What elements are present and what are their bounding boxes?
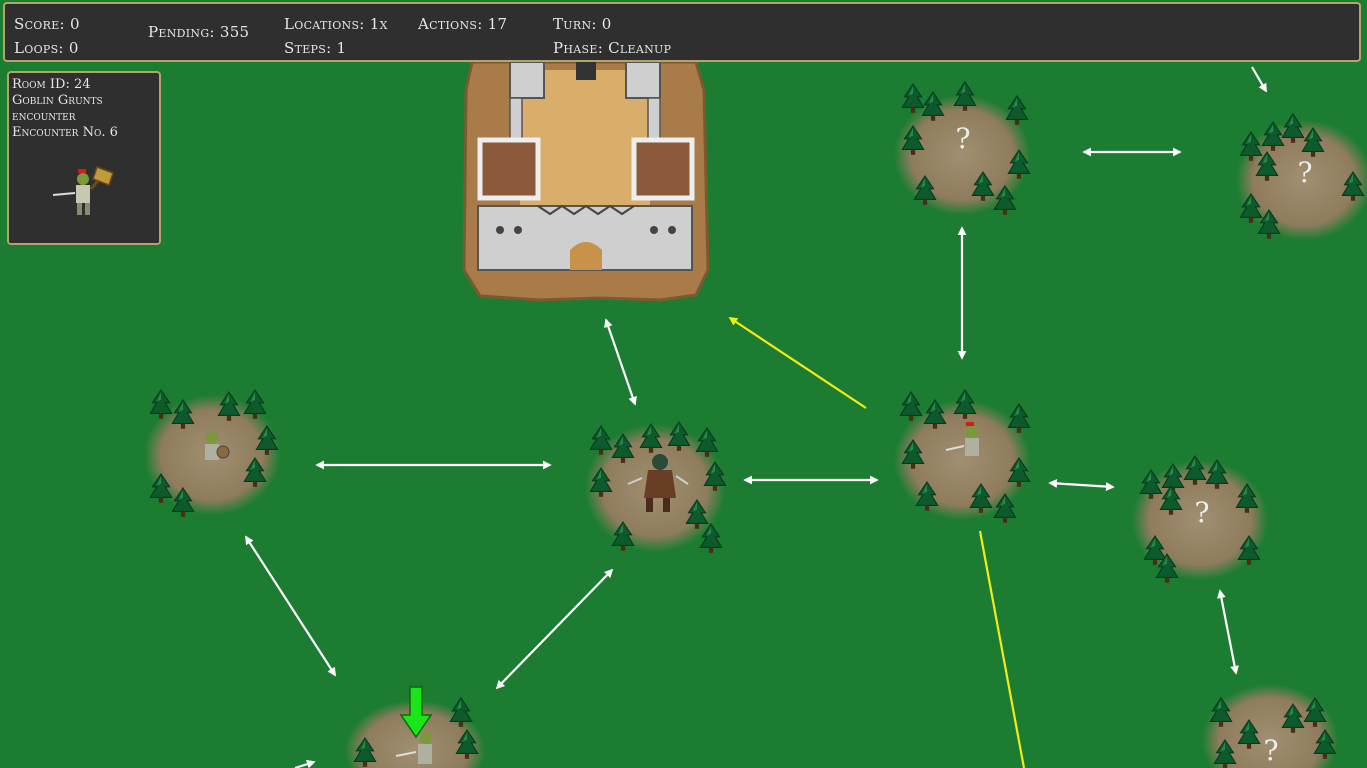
goblin-with-hammer-icon <box>52 166 114 215</box>
room-id-label: Room ID: 24 <box>12 77 91 92</box>
forest-clearing-east[interactable] <box>894 389 1031 524</box>
score-label: Score: 0 <box>14 15 80 33</box>
pending-label: Pending: 355 <box>148 23 250 41</box>
room-info-panel: Room ID: 24 Goblin Grunts encounter Enco… <box>7 71 161 245</box>
room-type-label: encounter <box>12 109 76 124</box>
encounter-number-label: Encounter No. 6 <box>12 125 118 140</box>
castle-icon[interactable] <box>462 60 710 302</box>
map-links <box>245 66 1267 768</box>
locations-label: Locations: 1x <box>284 15 388 33</box>
highlighted-links <box>728 317 1026 768</box>
steps-label: Steps: 1 <box>284 39 347 57</box>
unknown-marker: ? <box>1297 156 1312 189</box>
unknown-marker: ? <box>1194 496 1209 529</box>
room-name-label: Goblin Grunts <box>12 93 103 108</box>
unknown-marker: ? <box>1263 734 1278 767</box>
actions-label: Actions: 17 <box>418 15 508 33</box>
phase-label: Phase: Cleanup <box>553 39 672 57</box>
turn-label: Turn: 0 <box>553 15 612 33</box>
world-map: ? ? ? ? <box>144 60 1367 768</box>
status-bar: Score: 0 Loops: 0 Pending: 355 Locations… <box>3 2 1361 62</box>
unknown-marker: ? <box>955 122 970 155</box>
loops-label: Loops: 0 <box>14 39 79 57</box>
